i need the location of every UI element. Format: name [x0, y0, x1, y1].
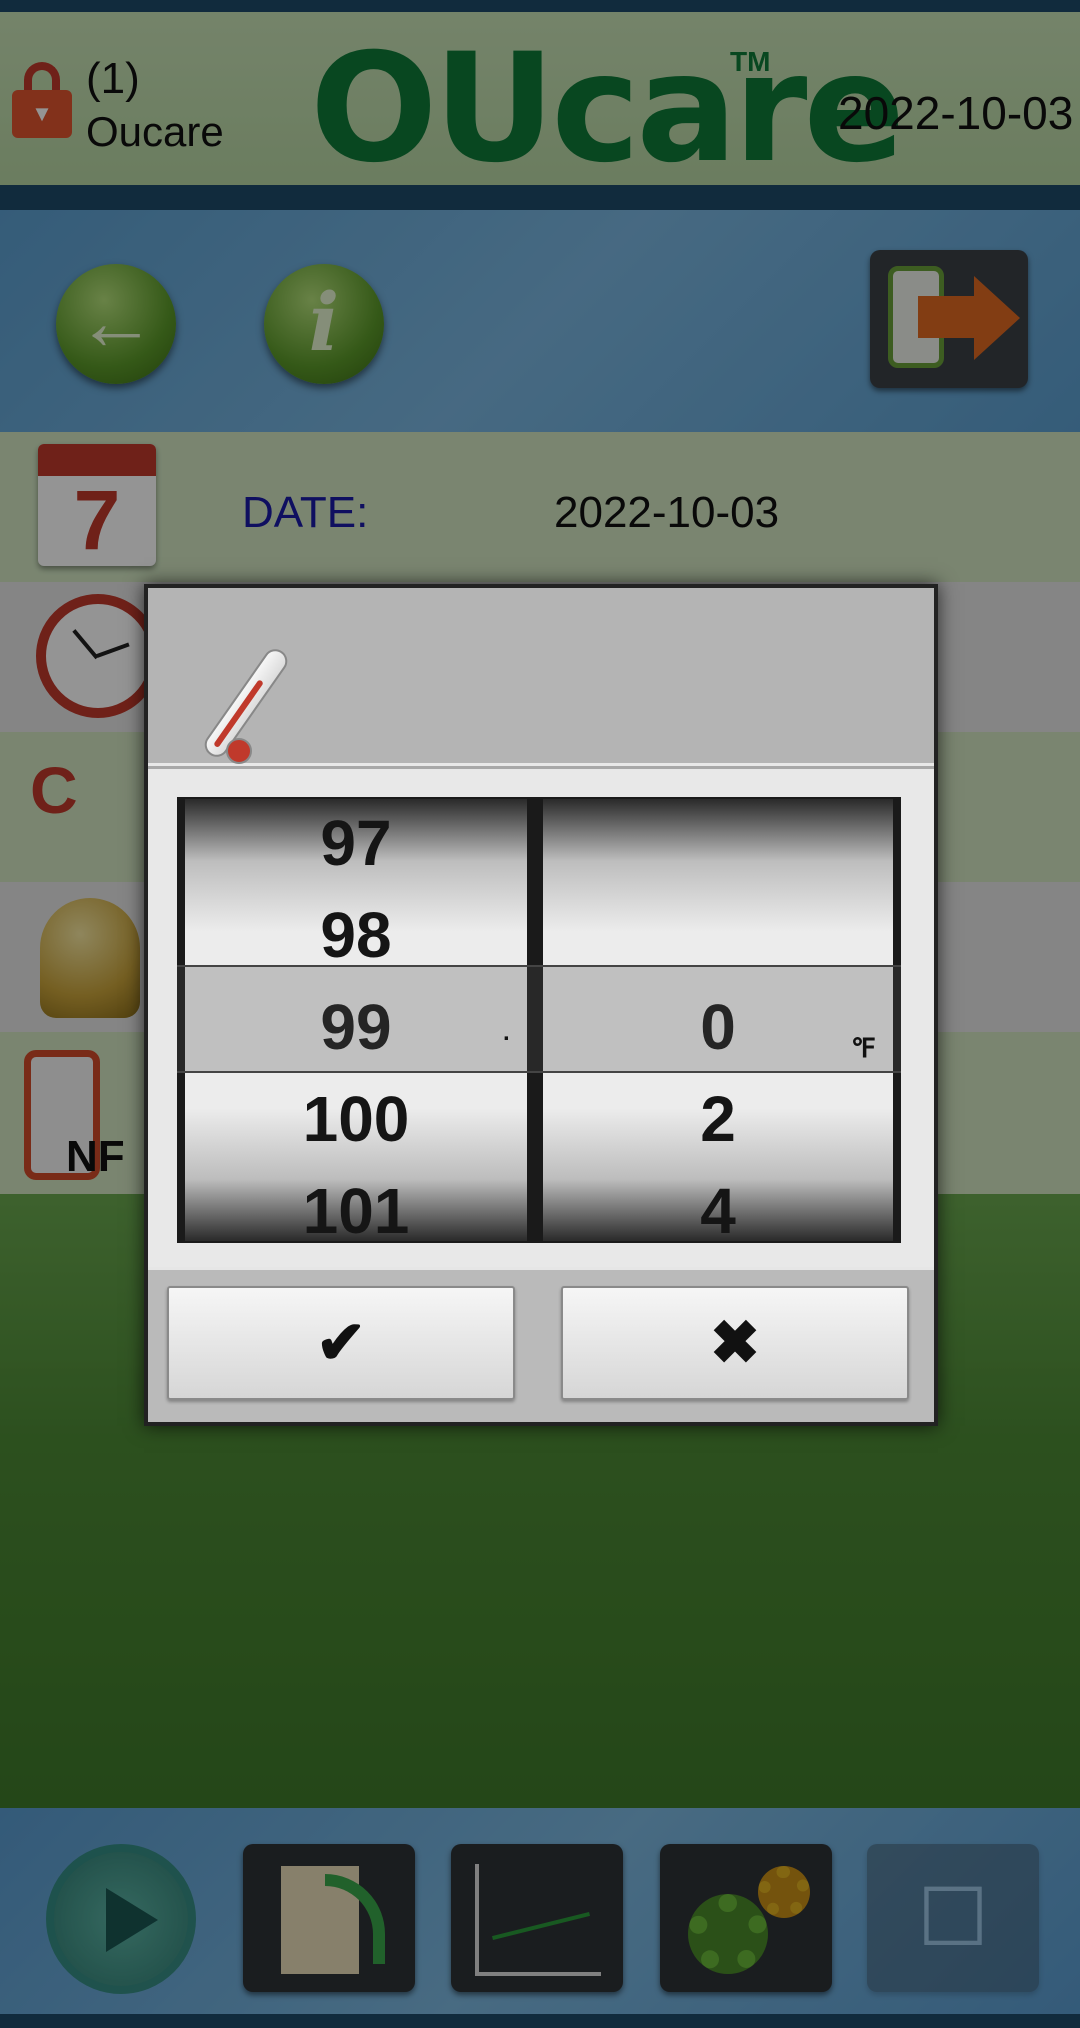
wheel-item[interactable]: 100 [185, 1073, 527, 1165]
wheel-item[interactable] [543, 799, 893, 889]
picker-area: 97 98 99 100 101 0 2 4 . ℉ [148, 769, 934, 1267]
dialog-footer: ✔ ✖ [148, 1267, 934, 1422]
cancel-button[interactable]: ✖ [561, 1286, 909, 1400]
temperature-picker-dialog: 97 98 99 100 101 0 2 4 . ℉ ✔ ✖ [144, 584, 938, 1426]
number-picker: 97 98 99 100 101 0 2 4 . ℉ [177, 797, 901, 1243]
wheel-item[interactable]: 101 [185, 1165, 527, 1241]
wheel-item[interactable]: 4 [543, 1165, 893, 1241]
wheel-item[interactable]: 2 [543, 1073, 893, 1165]
wheel-item[interactable]: 97 [185, 799, 527, 889]
selection-band [177, 965, 901, 1073]
confirm-button[interactable]: ✔ [167, 1286, 515, 1400]
decimal-point: . [503, 1019, 510, 1046]
unit-label: ℉ [851, 1033, 876, 1063]
dialog-header [148, 588, 934, 766]
